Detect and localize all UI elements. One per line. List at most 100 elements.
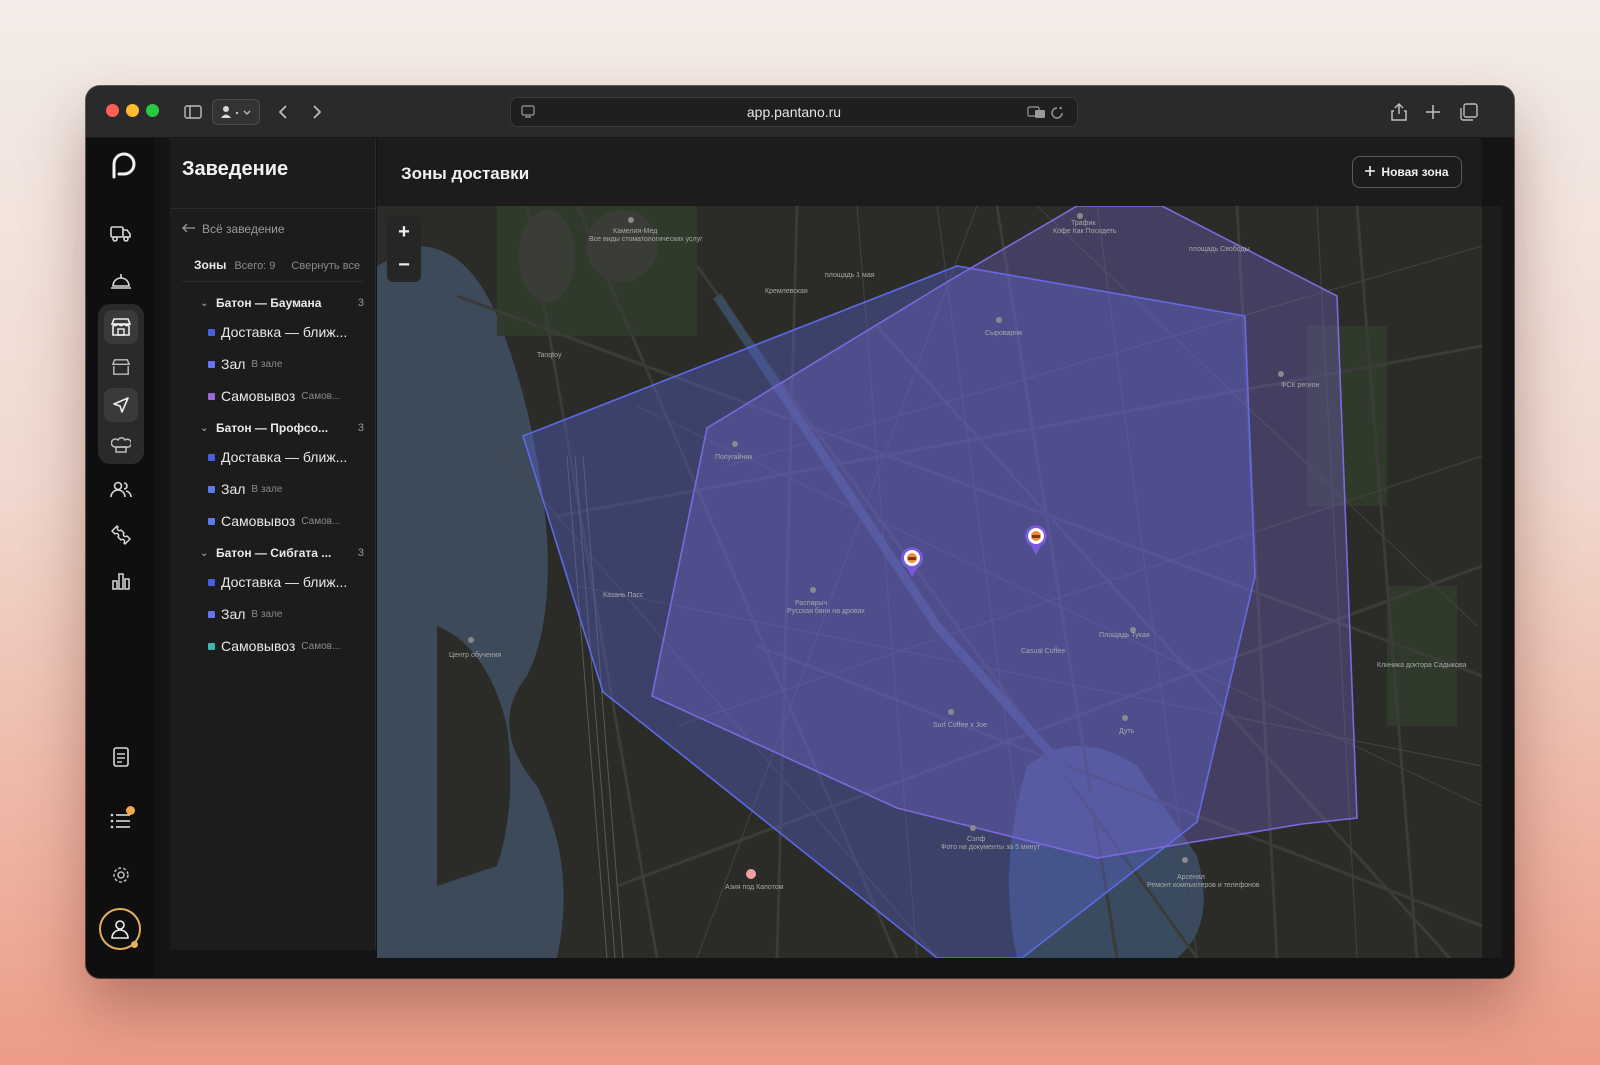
back-to-venue-link[interactable]: Всё заведение (182, 222, 285, 236)
profile-switcher-button[interactable] (212, 99, 260, 125)
zone-list-item[interactable]: Зал В зале (208, 481, 368, 497)
map-label[interactable]: Tanqtoy (537, 352, 562, 359)
map-label[interactable]: Трафик (1071, 220, 1095, 227)
back-arrow-icon[interactable] (270, 99, 296, 125)
map-label[interactable]: Попугайник (715, 454, 752, 461)
minimize-window-button[interactable] (126, 104, 139, 117)
arrow-left-icon (182, 222, 196, 236)
ticket-icon[interactable] (104, 518, 138, 552)
map-canvas (377, 206, 1482, 958)
service-bell-icon[interactable] (104, 264, 138, 298)
tab-overview-icon[interactable] (1456, 99, 1482, 125)
zone-color-swatch (208, 485, 215, 493)
map-label[interactable]: Дуть (1119, 728, 1134, 735)
zone-group-row[interactable]: ⌄ Батон — Сибгата ... 3 (200, 546, 370, 560)
zone-subtitle: В зале (251, 608, 283, 620)
stadium-area (586, 210, 658, 282)
document-icon[interactable] (104, 740, 138, 774)
zone-list-item[interactable]: Самовывоз Самов... (208, 638, 368, 654)
map-label[interactable]: Casual Coffee (1021, 648, 1065, 655)
plus-icon (1365, 165, 1376, 179)
map-label[interactable]: Ремонт компьютеров и телефонов (1147, 882, 1260, 889)
page-scrollbar[interactable] (1482, 206, 1502, 958)
users-icon[interactable] (104, 472, 138, 506)
map-label[interactable]: Азия под Капотом (725, 884, 783, 891)
zone-list-item[interactable]: Зал В зале (208, 606, 368, 622)
zones-total: Всего: 9 (234, 260, 276, 272)
map-label[interactable]: Казань Пасс (603, 592, 643, 599)
zones-label: Зоны (194, 258, 227, 272)
translate-reload-icons[interactable] (1027, 104, 1067, 123)
venue-panel: Заведение Всё заведение Зоны Всего: 9 Св… (170, 138, 376, 950)
new-tab-icon[interactable] (1420, 99, 1446, 125)
bar-chart-icon[interactable] (104, 564, 138, 598)
zone-list-item[interactable]: Доставка — ближ... (208, 449, 368, 465)
zoom-controls: + − (387, 216, 421, 282)
map-label[interactable]: Кофе Как Посидеть (1053, 228, 1116, 235)
collapse-all-button[interactable]: Свернуть все (291, 260, 360, 272)
share-icon[interactable] (1386, 99, 1412, 125)
maximize-window-button[interactable] (146, 104, 159, 117)
map-label[interactable]: площадь Свободы (1189, 246, 1250, 253)
zone-group-row[interactable]: ⌄ Батон — Профсо... 3 (200, 421, 370, 435)
notification-badge (126, 806, 135, 815)
map-label[interactable]: Кремлевская (765, 288, 808, 295)
group-name: Батон — Профсо... (216, 421, 329, 435)
map-label[interactable]: Камелия-Мед (613, 228, 657, 235)
url-text: app.pantano.ru (746, 104, 842, 120)
zone-name: Самовывоз (221, 388, 296, 404)
forward-arrow-icon[interactable] (304, 99, 330, 125)
app-logo-icon[interactable] (106, 150, 136, 180)
map-label[interactable]: Распарыч (795, 600, 827, 607)
map-label[interactable]: Площадь Тукая (1099, 632, 1150, 639)
browser-toolbar: app.pantano.ru (86, 86, 1514, 138)
gear-icon[interactable] (104, 858, 138, 892)
divider (182, 281, 364, 282)
zone-color-swatch (208, 453, 215, 461)
zone-name: Зал (221, 356, 246, 372)
chef-hat-icon[interactable] (104, 428, 138, 462)
map-label[interactable]: площадь 1 мая (825, 272, 875, 279)
sidebar-toggle-icon[interactable] (180, 99, 206, 125)
address-bar[interactable]: app.pantano.ru (510, 97, 1078, 127)
map-label[interactable]: Клиника доктора Садыкова (1377, 662, 1466, 669)
close-window-button[interactable] (106, 104, 119, 117)
zoom-out-button[interactable]: − (387, 249, 421, 282)
zone-list-item[interactable]: Зал В зале (208, 356, 368, 372)
zoom-in-button[interactable]: + (387, 216, 421, 249)
divider (170, 208, 376, 209)
new-zone-label: Новая зона (1381, 165, 1449, 179)
page-menu-icon[interactable] (521, 104, 535, 121)
zone-name: Доставка — ближ... (221, 324, 348, 340)
delivery-map[interactable]: Камелия-Мед Все виды стоматологических у… (377, 206, 1482, 958)
zone-list-item[interactable]: Доставка — ближ... (208, 574, 368, 590)
store-outline-icon[interactable] (104, 350, 138, 384)
map-label[interactable]: Surf Coffee x Joe (933, 722, 987, 729)
zone-name: Зал (221, 481, 246, 497)
map-label[interactable]: Центр обучения (449, 652, 501, 659)
new-zone-button[interactable]: Новая зона (1352, 156, 1462, 188)
zone-list-item[interactable]: Самовывоз Самов... (208, 513, 368, 529)
zone-color-swatch (208, 610, 215, 618)
stadium-area (519, 210, 575, 302)
zone-group-row[interactable]: ⌄ Батон — Баумана 3 (200, 296, 370, 310)
map-label[interactable]: Русская баня на дровах (787, 608, 865, 615)
store-icon[interactable] (104, 310, 138, 344)
zone-name: Доставка — ближ... (221, 574, 348, 590)
zone-name: Самовывоз (221, 513, 296, 529)
group-count: 3 (357, 547, 364, 559)
map-label[interactable]: Все виды стоматологических услуг (589, 236, 703, 243)
navigation-arrow-icon[interactable] (104, 388, 138, 422)
zone-color-swatch (208, 328, 215, 336)
zone-list-item[interactable]: Самовывоз Самов... (208, 388, 368, 404)
map-label[interactable]: Арсенал (1177, 874, 1205, 881)
map-label[interactable]: Сыроварня (985, 330, 1022, 337)
map-label[interactable]: Сэлф (967, 836, 985, 843)
map-label[interactable]: Фото на документы за 5 минут (941, 844, 1040, 851)
venue-marker[interactable] (899, 546, 925, 578)
zone-list-item[interactable]: Доставка — ближ... (208, 324, 368, 340)
venue-marker[interactable] (1023, 524, 1049, 556)
delivery-truck-icon[interactable] (104, 216, 138, 250)
map-label[interactable]: ФСК регион (1281, 382, 1319, 389)
chevron-down-icon: ⌄ (200, 547, 209, 559)
